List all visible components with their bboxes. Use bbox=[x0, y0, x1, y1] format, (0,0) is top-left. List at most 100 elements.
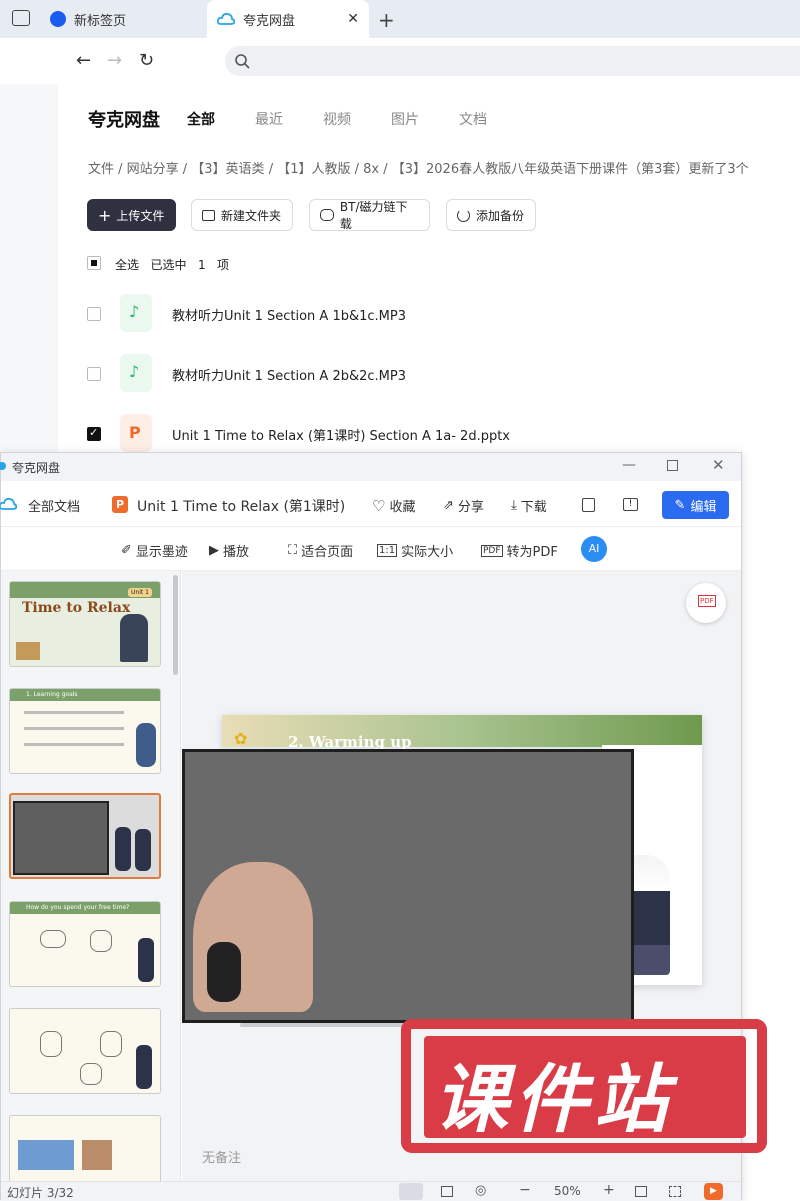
thumb-title-text: Time to Relax bbox=[22, 600, 131, 616]
new-folder-label: 新建文件夹 bbox=[221, 208, 282, 223]
download-label: 下载 bbox=[520, 500, 547, 515]
download-icon: ⤓ bbox=[511, 498, 517, 513]
search-icon bbox=[235, 54, 250, 69]
tab-quark-drive[interactable]: 夸克网盘 ✕ bbox=[207, 0, 369, 38]
tab-document[interactable]: 文档 bbox=[459, 109, 487, 129]
viewer-title: 夸克网盘 bbox=[12, 461, 61, 475]
pen-ink-icon: ✐ bbox=[121, 543, 132, 558]
bt-download-button[interactable]: BT/磁力链下载 bbox=[309, 199, 430, 231]
pdf-export-float-button[interactable]: PDF bbox=[686, 583, 726, 623]
normal-view-icon[interactable] bbox=[399, 1183, 423, 1200]
ppt-file-icon: P bbox=[120, 414, 152, 452]
grid-view-icon[interactable] bbox=[441, 1186, 453, 1197]
thumb-sketch bbox=[40, 1031, 62, 1057]
select-all-checkbox[interactable] bbox=[87, 256, 101, 270]
file-checkbox[interactable] bbox=[87, 367, 101, 381]
slide-thumbnail-list: Time to Relax Unit 1 1. Learning goals H… bbox=[1, 571, 181, 1181]
download-button[interactable]: ⤓ 下载 bbox=[511, 496, 547, 515]
zoom-in-button[interactable]: + bbox=[603, 1182, 615, 1198]
convert-pdf-button[interactable]: PDF 转为PDF bbox=[481, 541, 558, 560]
new-tab-button[interactable]: + bbox=[378, 8, 395, 32]
tab-image[interactable]: 图片 bbox=[391, 109, 419, 129]
edit-button[interactable]: ✎ 编辑 bbox=[662, 491, 729, 519]
viewer-main-toolbar: 全部文档 P Unit 1 Time to Relax (第1课时) S ♡ 收藏… bbox=[0, 481, 741, 527]
browser-logo-icon bbox=[50, 11, 66, 27]
actual-size-icon: 1:1 bbox=[377, 544, 398, 557]
breadcrumb[interactable]: 文件 / 网站分享 / 【3】英语类 / 【1】人教版 / 8x / 【3】20… bbox=[88, 158, 800, 177]
bt-icon bbox=[320, 209, 334, 221]
pen-icon: ✎ bbox=[674, 497, 686, 513]
tab-label: 新标签页 bbox=[74, 13, 127, 29]
slide-thumbnail-1[interactable]: Time to Relax Unit 1 bbox=[9, 581, 161, 667]
zoom-level: 50% bbox=[554, 1184, 581, 1198]
selected-count: 1 bbox=[197, 258, 206, 272]
thumbnail-scrollbar[interactable] bbox=[173, 575, 178, 675]
fit-screen-icon[interactable] bbox=[635, 1186, 647, 1197]
fit-page-button[interactable]: ⛶ 适合页面 bbox=[288, 541, 353, 560]
ai-assistant-icon[interactable]: AI bbox=[581, 536, 607, 562]
thumb-sketch bbox=[40, 930, 66, 948]
slide-thumbnail-4[interactable]: How do you spend your free time? bbox=[9, 901, 161, 987]
actual-size-button[interactable]: 1:1 实际大小 bbox=[377, 541, 453, 560]
drive-brand: 夸克网盘 bbox=[88, 110, 160, 131]
file-name[interactable]: Unit 1 Time to Relax (第1课时) Section A 1a… bbox=[172, 425, 510, 444]
feedback-icon[interactable]: ! bbox=[623, 498, 638, 511]
edit-label: 编辑 bbox=[690, 499, 717, 515]
upload-button[interactable]: + 上传文件 bbox=[87, 199, 176, 231]
cloud-icon bbox=[0, 497, 17, 510]
share-button[interactable]: ⇗ 分享 bbox=[443, 496, 484, 515]
slide-thumbnail-2[interactable]: 1. Learning goals bbox=[9, 688, 161, 774]
plus-icon: + bbox=[98, 205, 112, 225]
slide-thumbnail-5[interactable] bbox=[9, 1008, 161, 1094]
video-board-overlay bbox=[182, 749, 634, 1023]
all-docs-link[interactable]: 全部文档 bbox=[28, 496, 80, 515]
slide-thumbnail-6[interactable] bbox=[9, 1115, 161, 1181]
fullscreen-icon[interactable] bbox=[669, 1186, 681, 1197]
export-icon[interactable] bbox=[582, 498, 595, 512]
tab-recent[interactable]: 最近 bbox=[255, 109, 283, 129]
file-name[interactable]: 教材听力Unit 1 Section A 2b&2c.MP3 bbox=[172, 365, 406, 384]
thumb-student-figure bbox=[115, 827, 131, 871]
address-bar[interactable] bbox=[225, 46, 800, 76]
new-folder-button[interactable]: 新建文件夹 bbox=[191, 199, 293, 231]
sunflower-icon: ✿ bbox=[234, 729, 248, 748]
thumb-sketch bbox=[90, 930, 112, 952]
close-icon[interactable]: ✕ bbox=[347, 11, 359, 27]
cloud-icon bbox=[217, 12, 235, 25]
back-button[interactable]: ← bbox=[76, 50, 91, 71]
slide-thumbnail-3-selected[interactable] bbox=[9, 793, 161, 879]
forward-button[interactable]: → bbox=[107, 50, 122, 71]
file-name[interactable]: 教材听力Unit 1 Section A 1b&1c.MP3 bbox=[172, 305, 406, 324]
viewer-status-bar: 幻灯片 3/32 ◎ − 50% + ▶ bbox=[1, 1181, 741, 1201]
zoom-out-button[interactable]: − bbox=[519, 1182, 531, 1198]
bt-label: BT/磁力链下载 bbox=[339, 200, 408, 231]
selected-label: 已选中 bbox=[150, 258, 187, 272]
tab-video[interactable]: 视频 bbox=[323, 109, 351, 129]
favorite-button[interactable]: ♡ 收藏 bbox=[372, 496, 415, 516]
file-checkbox[interactable] bbox=[87, 307, 101, 321]
tab-search-icon[interactable] bbox=[12, 10, 30, 26]
maximize-button[interactable] bbox=[667, 460, 678, 471]
minimize-button[interactable]: — bbox=[622, 457, 636, 473]
thumb-board bbox=[13, 801, 109, 875]
tab-all[interactable]: 全部 bbox=[187, 109, 215, 129]
thumb-student-figure bbox=[135, 829, 151, 871]
marker-pen bbox=[207, 942, 241, 1002]
play-button[interactable]: ▶ 播放 bbox=[209, 541, 249, 560]
fit-page-label: 适合页面 bbox=[301, 545, 354, 560]
thumb-sketch bbox=[100, 1031, 122, 1057]
pdf-icon: PDF bbox=[698, 595, 716, 607]
thumb-sketch bbox=[80, 1063, 102, 1085]
reload-button[interactable]: ↻ bbox=[139, 50, 154, 71]
file-checkbox-checked[interactable] bbox=[87, 426, 101, 441]
show-ink-label: 显示墨迹 bbox=[135, 545, 188, 560]
show-ink-button[interactable]: ✐ 显示墨迹 bbox=[121, 541, 188, 560]
add-backup-button[interactable]: 添加备份 bbox=[446, 199, 536, 231]
play-icon: ▶ bbox=[209, 543, 219, 558]
select-all-label[interactable]: 全选 bbox=[115, 258, 139, 272]
thumb-question-text: How do you spend your free time? bbox=[26, 904, 130, 911]
close-window-button[interactable]: ✕ bbox=[712, 456, 725, 474]
globe-icon[interactable]: ◎ bbox=[475, 1183, 486, 1198]
slideshow-icon[interactable]: ▶ bbox=[704, 1183, 723, 1200]
tab-new-tab[interactable]: 新标签页 bbox=[40, 0, 205, 38]
